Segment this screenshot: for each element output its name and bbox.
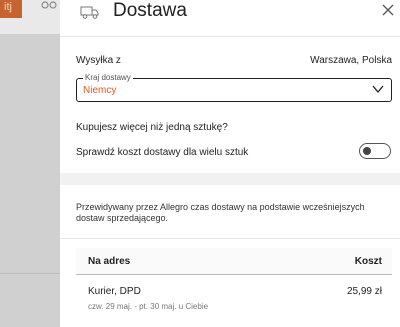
shipping-from-row: Wysyłka z Warszawa, Polska bbox=[76, 55, 392, 66]
multi-item-question: Kupujesz więcej niż jedną sztukę? bbox=[76, 122, 228, 133]
delivery-table-header: Na adres Koszt bbox=[76, 248, 392, 275]
background-link-icon bbox=[40, 0, 60, 14]
divider bbox=[60, 238, 400, 239]
section-separator bbox=[60, 173, 400, 185]
shipping-from-value: Warszawa, Polska bbox=[310, 55, 392, 66]
toggle-knob bbox=[363, 147, 371, 155]
multi-item-toggle[interactable] bbox=[359, 143, 391, 159]
multi-item-toggle-label: Sprawdź koszt dostawy dla wielu sztuk bbox=[76, 147, 249, 158]
country-select[interactable]: Kraj dostawy Niemcy bbox=[76, 73, 392, 102]
drawer-title: Dostawa bbox=[113, 0, 187, 21]
delivery-info-text: Przewidywany przez Allegro czas dostawy … bbox=[76, 202, 365, 223]
chevron-down-icon bbox=[371, 82, 385, 101]
delivery-eta: czw. 29 maj. - pt. 30 maj. u Ciebie bbox=[88, 302, 209, 311]
column-header-address: Na adres bbox=[88, 256, 131, 267]
carrier-name: Kurier, DPD bbox=[88, 286, 141, 297]
shipping-from-label: Wysyłka z bbox=[76, 55, 121, 66]
truck-icon bbox=[80, 4, 100, 25]
delivery-price: 25,99 zł bbox=[346, 286, 382, 297]
drawer-header: Dostawa bbox=[60, 0, 400, 37]
background-orange-badge: itj bbox=[0, 0, 22, 18]
column-header-cost: Koszt bbox=[354, 256, 382, 267]
background-sidebar bbox=[0, 34, 60, 327]
close-icon[interactable] bbox=[381, 3, 395, 21]
background-divider bbox=[0, 273, 60, 274]
delivery-drawer: Dostawa Wysyłka z Warszawa, Polska Kraj … bbox=[60, 0, 400, 327]
country-select-legend: Kraj dostawy bbox=[83, 73, 133, 83]
table-row: Kurier, DPD czw. 29 maj. - pt. 30 maj. u… bbox=[76, 280, 392, 320]
country-select-value: Niemcy bbox=[83, 85, 117, 96]
